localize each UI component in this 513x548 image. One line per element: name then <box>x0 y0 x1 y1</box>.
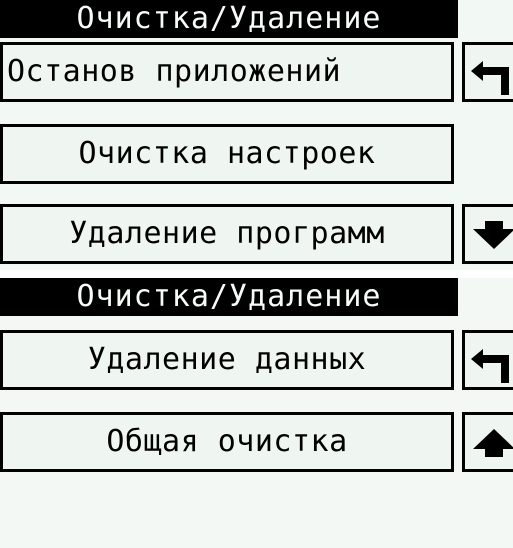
arrow-up-icon <box>473 429 513 457</box>
divider <box>0 270 513 278</box>
scroll-up-button[interactable] <box>462 412 513 472</box>
menu-screen-page-1: Очистка/Удаление Останов приложений Очис… <box>0 0 513 270</box>
delete-data-button[interactable]: Удаление данных <box>0 330 454 390</box>
screen-title: Очистка/Удаление <box>0 0 458 38</box>
remove-programs-button[interactable]: Удаление программ <box>0 204 454 264</box>
arrow-down-icon <box>473 221 513 249</box>
back-arrow-icon <box>471 349 509 383</box>
clear-settings-button[interactable]: Очистка настроек <box>0 124 454 184</box>
full-clean-button[interactable]: Общая очистка <box>0 412 454 472</box>
back-button[interactable] <box>462 42 513 102</box>
back-arrow-icon <box>471 61 509 95</box>
back-button[interactable] <box>462 330 513 390</box>
screen-title: Очистка/Удаление <box>0 278 458 316</box>
menu-screen-page-2: Очистка/Удаление Удаление данных Общая о… <box>0 278 513 548</box>
stop-apps-button[interactable]: Останов приложений <box>0 42 454 102</box>
scroll-down-button[interactable] <box>462 204 513 264</box>
